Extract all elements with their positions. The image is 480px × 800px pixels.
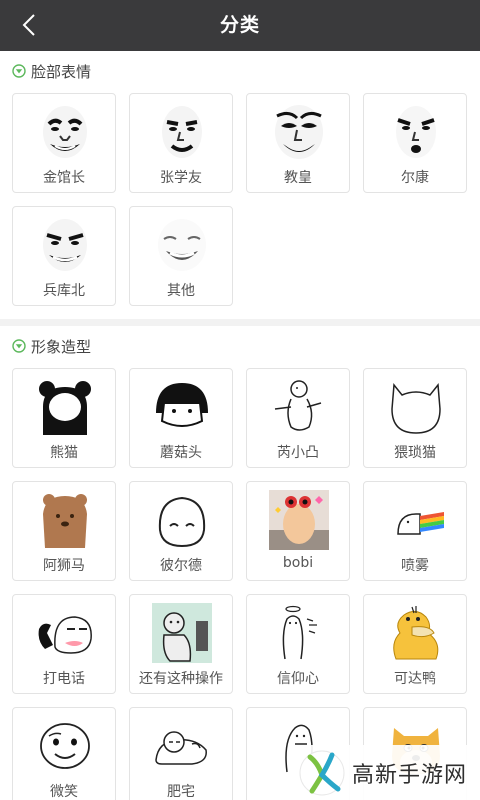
- mushroom-head-icon: [156, 383, 208, 427]
- category-label: 尔康: [401, 170, 429, 186]
- category-label: 张学友: [160, 170, 202, 186]
- section-header: 脸部表情: [12, 60, 91, 82]
- smile-face-icon: [40, 723, 90, 769]
- category-item[interactable]: 金馆长: [12, 93, 116, 193]
- category-label: 芮小凸: [277, 445, 319, 461]
- face-meme-icon: [275, 105, 323, 159]
- category-item[interactable]: 阿狮马: [12, 481, 116, 581]
- face-meme-icon: [396, 106, 436, 158]
- category-label: 肥宅: [167, 784, 195, 800]
- category-label: 可达鸭: [394, 671, 436, 687]
- category-item[interactable]: 还有这种操作: [129, 594, 233, 694]
- category-item[interactable]: 微笑: [12, 707, 116, 800]
- category-label: 还有这种操作: [139, 671, 223, 687]
- category-item[interactable]: 芮小凸: [246, 368, 350, 468]
- category-item[interactable]: 其他: [129, 206, 233, 306]
- section-title: 脸部表情: [31, 62, 92, 81]
- logo-icon: [299, 750, 345, 795]
- collapse-arrow-icon[interactable]: [12, 64, 26, 78]
- phone-call-icon: [38, 616, 92, 654]
- rainbow-spray-icon: [397, 512, 444, 535]
- category-item[interactable]: bobi: [246, 481, 350, 581]
- category-label: 兵库北: [43, 283, 85, 299]
- collapse-arrow-icon[interactable]: [12, 339, 26, 353]
- section-header: 形象造型: [12, 335, 91, 357]
- category-item[interactable]: 尔康: [363, 93, 467, 193]
- category-label: 蘑菇头: [160, 445, 202, 461]
- section-character-shapes: 形象造型 熊猫 蘑菇头 芮小凸 猥琐猫 阿狮马 彼尔德 bobi 喷雾 打电话 …: [0, 326, 480, 800]
- category-label: 熊猫: [50, 445, 78, 461]
- page-title: 分类: [219, 14, 260, 36]
- top-bar: 分类: [0, 0, 480, 51]
- category-item[interactable]: 可达鸭: [363, 594, 467, 694]
- doodle-figure-icon: [274, 380, 322, 431]
- category-item[interactable]: 蘑菇头: [129, 368, 233, 468]
- comic-scene-icon: [152, 603, 212, 663]
- category-label: 猥琐猫: [394, 445, 436, 461]
- category-item[interactable]: 兵库北: [12, 206, 116, 306]
- category-label: 金馆长: [43, 170, 85, 186]
- category-label: 微笑: [50, 784, 78, 800]
- category-label: bobi: [282, 555, 314, 571]
- category-item[interactable]: 教皇: [246, 93, 350, 193]
- category-item[interactable]: 肥宅: [129, 707, 233, 800]
- panda-icon: [39, 381, 91, 435]
- lazy-figure-icon: [155, 731, 207, 765]
- face-meme-icon: [162, 106, 202, 158]
- cat-outline-icon: [391, 383, 441, 434]
- category-label: 教皇: [284, 170, 312, 186]
- category-item[interactable]: 信仰心: [246, 594, 350, 694]
- face-meme-icon: [158, 219, 206, 271]
- category-label: 其他: [167, 283, 195, 299]
- category-item[interactable]: 猥琐猫: [363, 368, 467, 468]
- watermark-overlay: 高新手游网: [292, 745, 480, 800]
- cat-photo-icon: [269, 490, 329, 550]
- face-meme-icon: [43, 106, 87, 158]
- section-title: 形象造型: [31, 337, 92, 356]
- category-label: 信仰心: [277, 671, 319, 687]
- section-face-expressions: 脸部表情 金馆长 张学友 教皇 尔康 兵库北 其他: [0, 51, 480, 319]
- face-meme-icon: [43, 219, 87, 271]
- category-label: 喷雾: [401, 558, 429, 574]
- category-item[interactable]: 喷雾: [363, 481, 467, 581]
- watermark-text: 高新手游网: [352, 762, 468, 788]
- category-item[interactable]: 打电话: [12, 594, 116, 694]
- angel-doodle-icon: [282, 605, 317, 660]
- category-item[interactable]: 彼尔德: [129, 481, 233, 581]
- category-item[interactable]: 张学友: [129, 93, 233, 193]
- alpaca-icon: [43, 494, 87, 548]
- psyduck-icon: [393, 606, 439, 660]
- category-item[interactable]: 熊猫: [12, 368, 116, 468]
- category-label: 打电话: [43, 671, 85, 687]
- category-label: 阿狮马: [43, 558, 85, 574]
- category-label: 彼尔德: [160, 558, 202, 574]
- blob-face-icon: [158, 496, 206, 548]
